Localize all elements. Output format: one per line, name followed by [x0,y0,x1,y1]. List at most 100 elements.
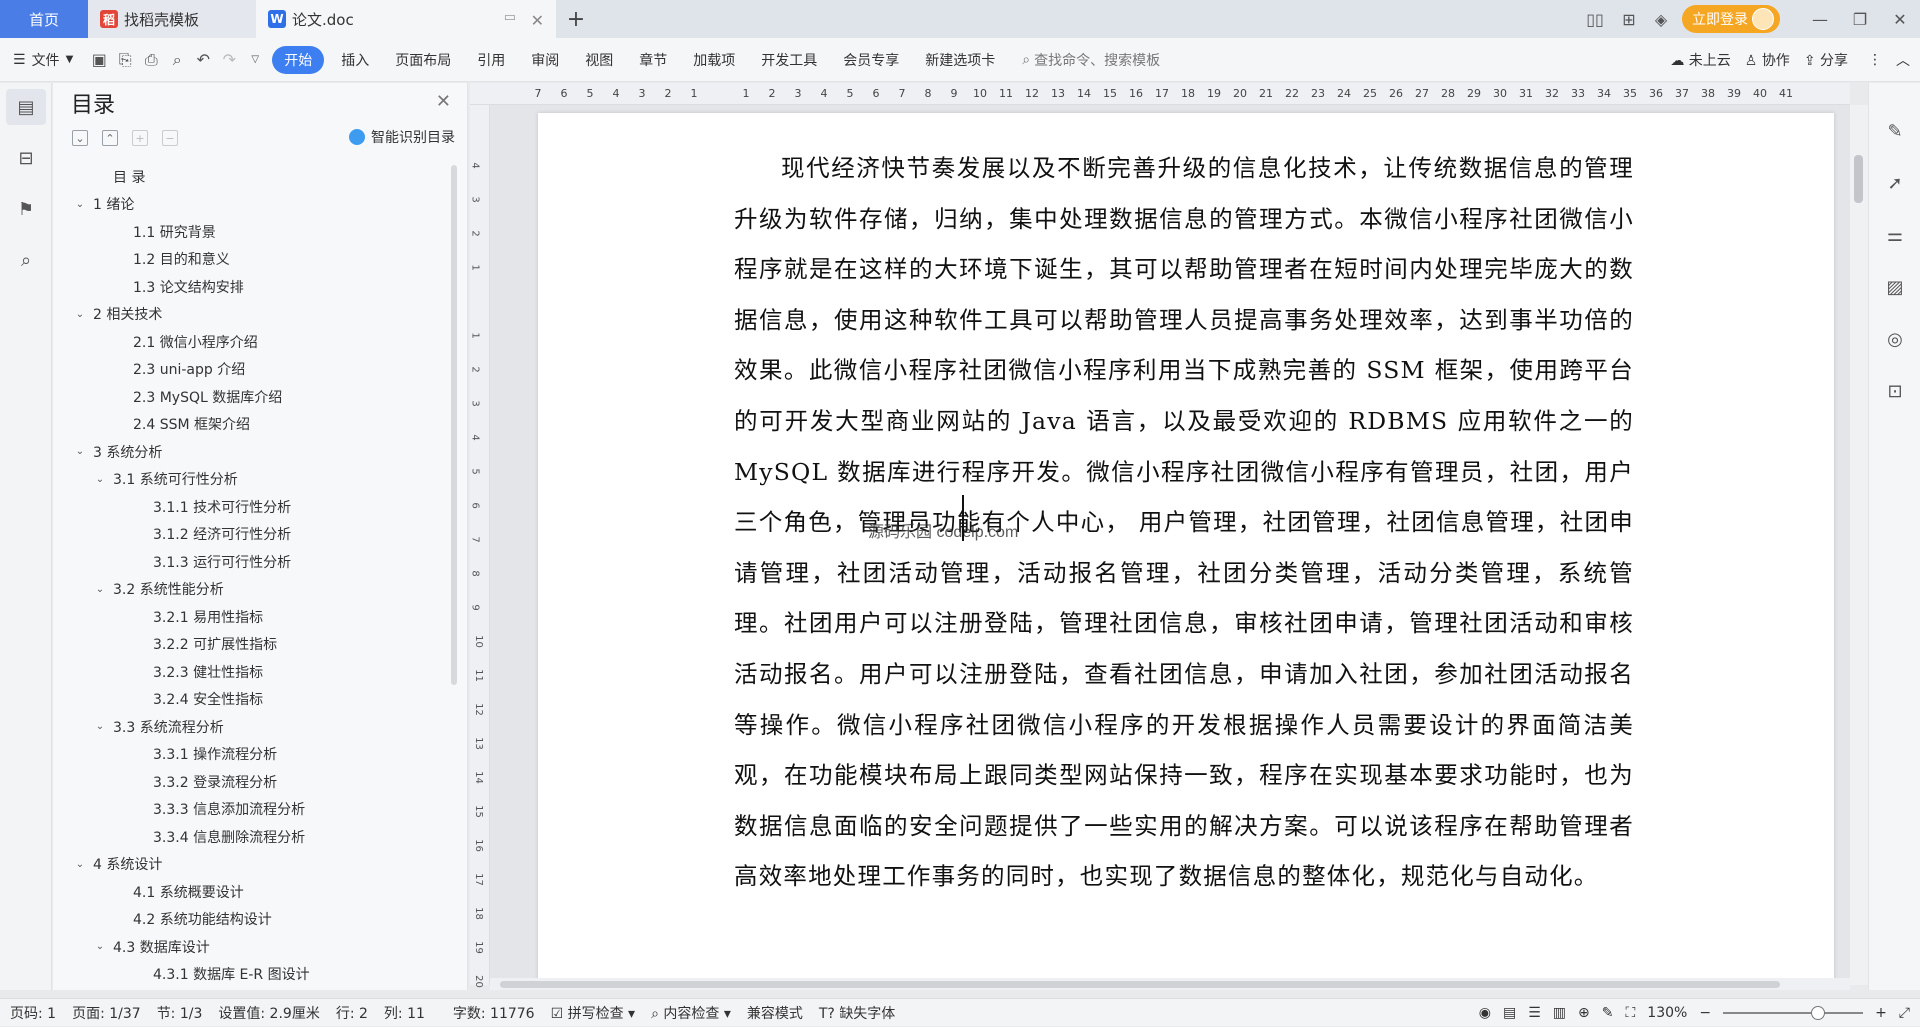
tab-new[interactable]: 新建选项卡 [912,46,1008,74]
eye-protect-icon[interactable]: ◉ [1479,1005,1491,1021]
restore-icon[interactable]: ❐ [1840,0,1880,38]
tab-insert[interactable]: 插入 [328,46,382,74]
more-icon[interactable]: ⋮ [1868,52,1882,68]
toc-item[interactable]: 2.3 MySQL 数据库介绍 [53,383,443,411]
customize-chevron-icon[interactable]: ▽ [242,46,268,74]
toc-item[interactable]: 3.2.4 安全性指标 [53,686,443,714]
vertical-scrollbar[interactable] [1850,105,1868,985]
pen-icon[interactable]: ✎ [1875,113,1915,149]
book-icon[interactable]: ⊡ [1875,373,1915,409]
status-col[interactable]: 列: 11 [384,1003,425,1023]
cloud-status[interactable]: ☁ 未上云 [1670,50,1730,70]
toc-item[interactable]: 4.2 系统功能结构设计 [53,906,443,934]
status-pages[interactable]: 页面: 1/37 [72,1003,141,1023]
tab-member[interactable]: 会员专享 [830,46,912,74]
outline-view-icon[interactable]: ☰ [1528,1005,1541,1021]
chevron-down-icon[interactable]: ⌄ [93,584,107,595]
scroll-thumb[interactable] [500,981,1780,988]
tab-docer-templates[interactable]: 稻 找稻壳模板 [88,0,256,38]
spell-check[interactable]: ☑ 拼写检查 ▾ [551,1003,636,1023]
tab-review[interactable]: 审阅 [518,46,572,74]
add-entry-icon[interactable]: + [132,130,148,146]
toc-item[interactable]: 3.3.3 信息添加流程分析 [53,796,443,824]
tab-page-layout[interactable]: 页面布局 [382,46,464,74]
expand-all-icon[interactable]: ⌃ [102,130,118,146]
tab-document[interactable]: W 论文.doc ▭ ✕ [256,0,556,38]
print-preview-icon[interactable]: ⌕ [164,46,190,74]
save-icon[interactable]: ▣ [86,46,112,74]
bookmark-icon[interactable]: ⚑ [6,191,46,227]
toc-item[interactable]: 4.1 系统概要设计 [53,878,443,906]
tab-references[interactable]: 引用 [464,46,518,74]
toc-item[interactable]: 1.2 目的和意义 [53,246,443,274]
toc-item[interactable]: ⌄ 3 系统分析 [53,438,443,466]
minimize-icon[interactable]: — [1800,0,1840,38]
apps-grid-icon[interactable]: ⊞ [1612,10,1646,29]
toc-item[interactable]: 2.3 uni-app 介绍 [53,356,443,384]
collapse-all-icon[interactable]: ⌄ [72,130,88,146]
login-button[interactable]: 立即登录 [1682,5,1780,33]
toc-item[interactable]: 1.3 论文结构安排 [53,273,443,301]
chevron-down-icon[interactable]: ⌄ [93,721,107,732]
chevron-down-icon[interactable]: ⌄ [93,474,107,485]
image-icon[interactable]: ▨ [1875,269,1915,305]
chevron-down-icon[interactable]: ⌄ [73,859,87,870]
vertical-ruler[interactable]: 4 3 2 1 1 2 3 4 5 6 7 8 9 10 11 12 13 14 15 16 17 18 19 20 [470,105,490,988]
toc-item[interactable]: 1.1 研究背景 [53,218,443,246]
skin-icon[interactable]: ◈ [1646,10,1676,29]
pen-mode-icon[interactable]: ✎ [1602,1005,1614,1021]
smart-toc-button[interactable]: 智能识别目录 [349,127,455,147]
tab-addins[interactable]: 加载项 [680,46,748,74]
toc-item[interactable]: 3.2.2 可扩展性指标 [53,631,443,659]
redo-icon[interactable]: ↷ [216,46,242,74]
toc-item[interactable]: 3.2.3 健壮性指标 [53,658,443,686]
toc-item[interactable]: 3.1.3 运行可行性分析 [53,548,443,576]
window-mode-icon[interactable]: ▭ [504,10,516,25]
select-cursor-icon[interactable]: ➚ [1875,165,1915,201]
zoom-knob[interactable] [1811,1006,1826,1020]
fit-page-icon[interactable]: ⛶ [1625,1005,1635,1021]
toc-item[interactable]: ⌄ 3.2 系统性能分析 [53,576,443,604]
toc-item[interactable]: 3.3.2 登录流程分析 [53,768,443,796]
navigation-icon[interactable]: ⊟ [6,140,46,176]
tab-home[interactable]: 首页 [0,0,88,38]
missing-font[interactable]: T? 缺失字体 [819,1003,895,1023]
new-tab-button[interactable]: + [556,0,596,38]
toc-item[interactable]: ⌄ 1 绪论 [53,191,443,219]
toc-scrollbar[interactable] [451,165,457,685]
location-icon[interactable]: ◎ [1875,321,1915,357]
content-check[interactable]: ⌕ 内容检查 ▾ [651,1003,731,1023]
toc-item[interactable]: 3.2.1 易用性指标 [53,603,443,631]
remove-entry-icon[interactable]: − [162,130,178,146]
web-view-icon[interactable]: ⊕ [1578,1005,1590,1021]
export-pdf-icon[interactable]: ⎘ [112,46,138,74]
toc-icon[interactable]: ▤ [6,89,46,125]
close-window-icon[interactable]: ✕ [1880,0,1920,38]
toc-item[interactable]: ⌄ 2 相关技术 [53,301,443,329]
status-row[interactable]: 行: 2 [336,1003,368,1023]
toc-item[interactable]: 3.1.2 经济可行性分析 [53,521,443,549]
page-view-icon[interactable]: ▤ [1503,1005,1516,1021]
search-icon[interactable]: ⌕ [6,242,46,278]
collab-button[interactable]: ♙ 协作 [1745,50,1790,70]
status-page-no[interactable]: 页码: 1 [10,1003,56,1023]
share-button[interactable]: ⇪ 分享 [1804,50,1848,70]
toc-item[interactable]: 3.3.4 信息删除流程分析 [53,823,443,851]
toc-item[interactable]: 2.4 SSM 框架介绍 [53,411,443,439]
toc-item[interactable]: ⌄ 4 系统设计 [53,851,443,879]
toc-item[interactable]: 3.3.1 操作流程分析 [53,741,443,769]
tab-developer[interactable]: 开发工具 [748,46,830,74]
status-section[interactable]: 节: 1/3 [157,1003,203,1023]
status-setting[interactable]: 设置值: 2.9厘米 [218,1003,319,1023]
toc-item[interactable]: 目 录 [53,163,443,191]
zoom-slider[interactable] [1723,1006,1864,1020]
chevron-down-icon[interactable]: ⌄ [73,199,87,210]
collapse-ribbon-icon[interactable]: ︿ [1896,50,1910,70]
toc-item[interactable]: ⌄ 3.1 系统可行性分析 [53,466,443,494]
close-tab-icon[interactable]: ✕ [531,11,544,30]
scroll-thumb[interactable] [1854,155,1863,203]
reading-view-icon[interactable]: ▥ [1553,1005,1566,1021]
file-menu[interactable]: ☰ 文件 ▼ [0,46,86,74]
undo-icon[interactable]: ↶ [190,46,216,74]
layout-icon[interactable]: ▯▯ [1578,10,1612,29]
